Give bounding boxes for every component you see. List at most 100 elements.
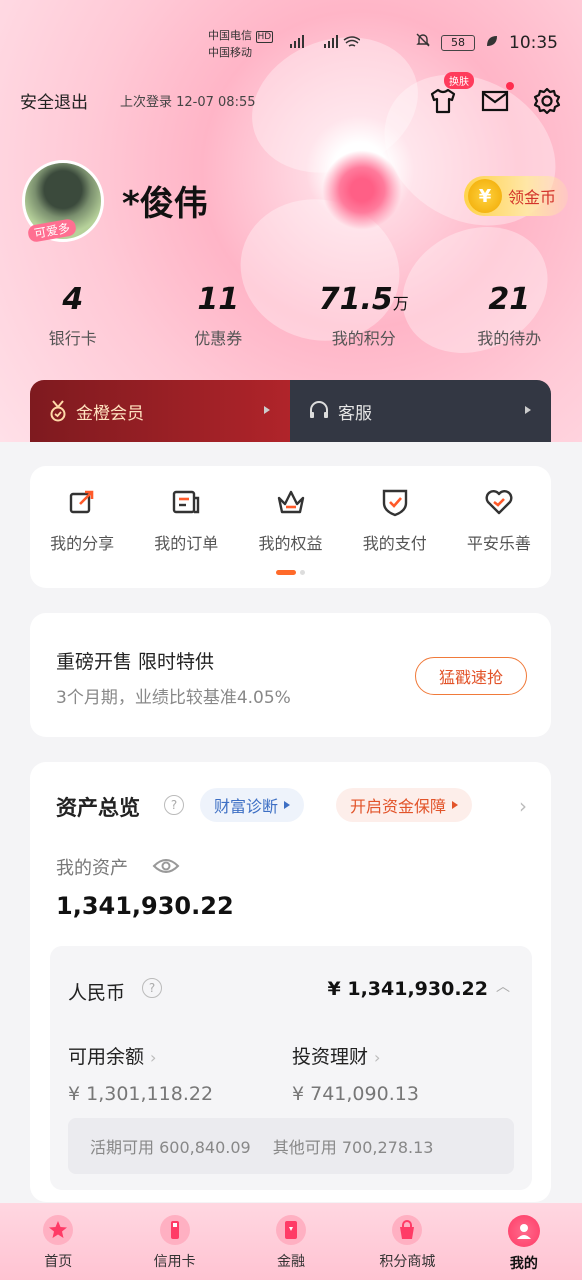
carrier2: 中国移动 — [208, 46, 252, 59]
credit-card-icon — [159, 1215, 190, 1245]
other-value: 700,278.13 — [341, 1138, 434, 1157]
shortcut-label: 平安乐善 — [466, 534, 531, 553]
stat-value: 21 — [488, 282, 531, 317]
mute-icon — [415, 32, 431, 53]
get-coins-label: 领金币 — [507, 188, 556, 207]
current-value: 600,840.09 — [159, 1138, 251, 1157]
nav-finance[interactable]: 金融 — [233, 1203, 349, 1280]
stat-label: 我的待办 — [477, 329, 542, 348]
battery-icon: 58 — [441, 34, 475, 51]
stat-value: 4 — [62, 282, 84, 317]
fund-protection-button[interactable]: 开启资金保障 — [336, 788, 473, 822]
finance-icon — [276, 1215, 307, 1245]
available-value: ¥ 1,301,118.22 — [68, 1083, 214, 1105]
skin-button[interactable]: 换肤 — [428, 72, 474, 116]
heart-icon — [447, 486, 551, 520]
order-icon — [134, 486, 238, 520]
shortcut-charity[interactable]: 平安乐善 — [447, 486, 551, 554]
current-label: 活期可用 — [90, 1138, 155, 1157]
shortcut-rights[interactable]: 我的权益 — [238, 486, 342, 554]
available-balance[interactable]: 可用余额 › ¥ 1,301,118.22 — [68, 1042, 213, 1105]
hd-badge: HD — [255, 31, 274, 43]
customer-service-button[interactable]: 客服 — [290, 380, 551, 442]
available-breakdown: 活期可用 600,840.09 其他可用 700,278.13 — [68, 1118, 514, 1174]
fund-protection-label: 开启资金保障 — [350, 797, 447, 816]
available-label: 可用余额 — [68, 1046, 145, 1068]
shortcut-label: 我的权益 — [258, 534, 323, 553]
top-row: 安全退出 上次登录 12-07 08:55 换肤 — [20, 72, 562, 116]
stat-points[interactable]: 71.5万 我的积分 — [291, 282, 437, 349]
get-coins-button[interactable]: ¥ 领金币 — [463, 176, 568, 216]
nav-mine[interactable]: 我的 — [466, 1203, 582, 1280]
promo-buy-button[interactable]: 猛戳速抢 — [415, 657, 527, 695]
nav-label: 金融 — [277, 1254, 306, 1270]
shield-check-icon — [343, 486, 447, 520]
investment[interactable]: 投资理财 › ¥ 741,090.13 — [292, 1042, 419, 1105]
logout-link[interactable]: 安全退出 — [20, 88, 88, 113]
bottom-nav: 首页 信用卡 金融 积分商城 我的 — [0, 1203, 582, 1280]
nav-points-mall[interactable]: 积分商城 — [349, 1203, 465, 1280]
home-icon — [43, 1215, 74, 1245]
shortcut-share[interactable]: 我的分享 — [30, 486, 134, 554]
wealth-diagnosis-label: 财富诊断 — [214, 797, 279, 816]
invest-value: ¥ 741,090.13 — [292, 1083, 419, 1105]
eye-icon[interactable] — [152, 856, 180, 880]
shortcut-payment[interactable]: 我的支付 — [343, 486, 447, 554]
leaf-icon — [485, 33, 499, 53]
chevron-right-icon: › — [150, 1048, 157, 1067]
other-label: 其他可用 — [272, 1138, 337, 1157]
nav-credit-card[interactable]: 信用卡 — [116, 1203, 232, 1280]
status-bar: 中国电信 HD 中国移动 58 10:35 — [0, 24, 582, 64]
chevron-right-icon[interactable]: › — [519, 794, 527, 818]
stat-label: 银行卡 — [48, 329, 97, 348]
stat-coupons[interactable]: 11 优惠券 — [146, 282, 292, 349]
stat-bank-cards[interactable]: 4 银行卡 — [0, 282, 146, 349]
shop-bag-icon — [392, 1215, 423, 1245]
stat-value: 11 — [197, 282, 240, 317]
promo-title: 重磅开售 限时特供 — [56, 651, 215, 673]
nav-label: 我的 — [509, 1256, 538, 1272]
stat-todo[interactable]: 21 我的待办 — [437, 282, 582, 349]
status-right: 58 10:35 — [415, 32, 558, 53]
chevron-up-icon[interactable]: ︿ — [496, 976, 510, 996]
chevron-right-icon: › — [374, 1048, 381, 1067]
stats-row: 4 银行卡 11 优惠券 71.5万 我的积分 21 我的待办 — [0, 282, 582, 349]
chevron-right-icon — [264, 406, 270, 414]
mail-icon — [481, 90, 509, 112]
shortcut-label: 我的分享 — [50, 534, 115, 553]
signal-icon — [280, 34, 361, 53]
shortcut-label: 我的支付 — [362, 534, 427, 553]
help-icon[interactable]: ? — [164, 795, 184, 815]
assets-title: 资产总览 — [56, 796, 140, 820]
promo-card[interactable]: 重磅开售 限时特供 3个月期，业绩比较基准4.05% 猛戳速抢 — [30, 613, 551, 737]
member-label: 金橙会员 — [76, 403, 144, 424]
my-assets-label: 我的资产 — [56, 858, 128, 879]
stat-unit: 万 — [392, 294, 409, 313]
shortcut-label: 我的订单 — [154, 534, 219, 553]
nav-label: 信用卡 — [153, 1254, 196, 1270]
stat-value: 71.5 — [318, 282, 393, 317]
unread-dot — [506, 82, 514, 90]
tshirt-icon — [430, 88, 456, 114]
chevron-right-icon — [525, 406, 531, 414]
shortcut-orders[interactable]: 我的订单 — [134, 486, 238, 554]
carrier-info: 中国电信 HD 中国移动 — [208, 28, 274, 61]
assets-card: 资产总览 ? 财富诊断 开启资金保障 › 我的资产 1,341,930.22 人… — [30, 762, 551, 1202]
wealth-diagnosis-button[interactable]: 财富诊断 — [200, 788, 305, 822]
message-button[interactable] — [480, 82, 514, 116]
page-indicator — [276, 570, 305, 575]
share-icon — [30, 486, 134, 520]
settings-button[interactable] — [532, 86, 562, 116]
user-name: *俊伟 — [122, 184, 208, 224]
total-assets-value: 1,341,930.22 — [56, 892, 234, 920]
clock-time: 10:35 — [509, 32, 558, 53]
member-button[interactable]: 金橙会员 — [30, 380, 290, 442]
service-label: 客服 — [338, 403, 372, 424]
shortcuts-card: 我的分享 我的订单 我的权益 我的支付 平安乐善 — [30, 466, 551, 588]
last-login-text: 上次登录 12-07 08:55 — [120, 95, 256, 110]
nav-home[interactable]: 首页 — [0, 1203, 116, 1280]
medal-icon — [50, 400, 66, 422]
help-icon[interactable]: ? — [142, 978, 162, 998]
skin-badge: 换肤 — [444, 72, 474, 89]
member-bar: 金橙会员 客服 — [30, 380, 551, 442]
